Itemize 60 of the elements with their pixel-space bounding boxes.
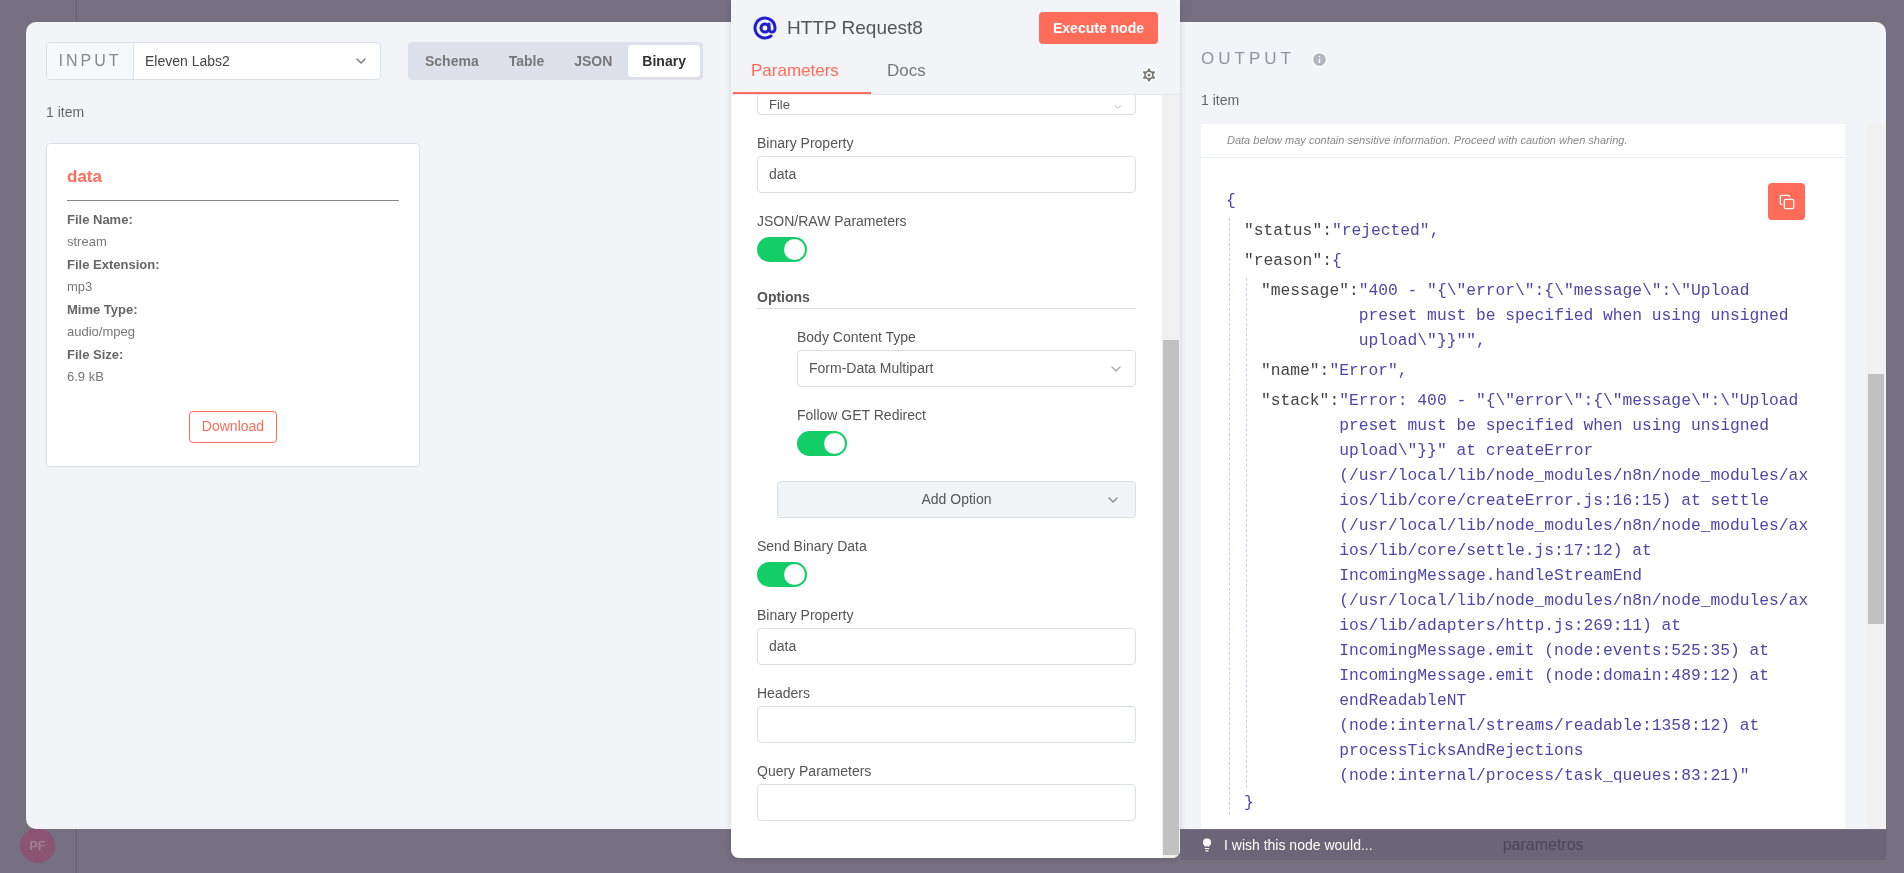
lightbulb-icon: [1200, 838, 1214, 852]
scrollbar[interactable]: [1162, 95, 1180, 858]
item-count: 1 item: [46, 103, 86, 122]
feedback-text: I wish this node would...: [1224, 835, 1373, 855]
json-value: "400 - "{\"error\":{\"message\":\"Upload preset must be specified when using unsigned upload\"}}"",: [1358, 280, 1790, 352]
view-tab[interactable]: Table: [494, 45, 559, 77]
json-brace: {: [1331, 250, 1342, 272]
copy-icon: [1778, 193, 1795, 210]
field-label: JSON/RAW Parameters: [757, 212, 908, 231]
toggle-switch[interactable]: [757, 237, 807, 262]
select-field[interactable]: File: [757, 95, 1136, 115]
json-key: "name":: [1261, 358, 1330, 383]
section-heading: Options: [757, 287, 1136, 309]
field-value: audio/mpeg: [67, 323, 136, 341]
notice-text: Data below may contain sensitive information. Proceed with caution when sharing.: [1201, 124, 1845, 158]
field-label: Follow GET Redirect: [797, 406, 927, 425]
panel-tab[interactable]: Docs: [871, 49, 942, 94]
field-value: 6.9 kB: [67, 368, 105, 386]
json-key: "reason":: [1244, 248, 1332, 273]
json-key: "message":: [1261, 278, 1359, 353]
field-label: File Name:: [67, 210, 134, 229]
select-field[interactable]: Form-Data Multipart: [797, 350, 1136, 387]
view-tab[interactable]: Schema: [411, 45, 493, 77]
copy-button[interactable]: [1768, 183, 1805, 220]
info-icon[interactable]: [1310, 50, 1328, 68]
input-field[interactable]: [757, 784, 1136, 821]
field-label: Mime Type:: [67, 300, 139, 319]
json-value: "rejected",: [1331, 220, 1441, 242]
input-field[interactable]: [757, 706, 1136, 743]
input-field[interactable]: data: [757, 628, 1136, 665]
field-label: Headers: [757, 684, 811, 703]
json-brace: {: [1226, 190, 1236, 212]
field-label: File Extension:: [67, 255, 161, 274]
item-count: 1 item: [1201, 91, 1241, 110]
field-label: Binary Property: [757, 134, 855, 153]
node-title: HTTP Request8: [787, 15, 923, 40]
json-key: "stack":: [1261, 388, 1340, 788]
add-option-button[interactable]: Add Option: [777, 481, 1136, 518]
field-label: Binary Property: [757, 606, 855, 625]
field-label: File Size:: [67, 345, 125, 364]
toggle-switch[interactable]: [797, 431, 847, 456]
view-tab[interactable]: Binary: [628, 45, 700, 77]
json-brace: }: [1244, 792, 1254, 814]
toggle-switch[interactable]: [757, 562, 807, 587]
view-tab[interactable]: JSON: [560, 45, 627, 77]
field-label: Send Binary Data: [757, 537, 868, 556]
json-value: "Error: 400 - "{\"error\":{\"message\":\"Upload preset must be specified when using unsigned upload\"}}" at createError (/usr/local/lib/node_modules/n8n/node_modules/axios/lib/core/createError.js:16:15) at settle (/usr/local/lib/node_modules/n8n/node_modules/axios/lib/core/settle.js:17:12) at IncomingMessage.handleStreamEnd (/usr/local/lib/node_modules/n8n/node_modules/axios/lib/adapters/http.js:269:11) at IncomingMessage.emit (node:events:525:35) at IncomingMessage.emit (node:domain:489:12) at endReadableNT (node:internal/streams/readable:1358:12) at processTicksAndRejections (node:internal/process/task_queues:83:21)": [1339, 390, 1810, 787]
input-field[interactable]: data: [757, 156, 1136, 193]
panel-title: OUTPUT: [1201, 48, 1295, 71]
field-value: mp3: [67, 278, 94, 296]
at-sign-icon: [753, 16, 777, 40]
settings-icon[interactable]: [1140, 66, 1158, 84]
field-label: Body Content Type: [797, 328, 917, 347]
field-value: stream: [67, 233, 108, 251]
json-key: "status":: [1244, 218, 1332, 243]
field-label: Query Parameters: [757, 762, 873, 781]
download-button[interactable]: Download: [188, 410, 278, 443]
card-title: data: [67, 164, 399, 201]
scrollbar[interactable]: [1866, 124, 1886, 829]
json-value: "Error",: [1329, 360, 1409, 382]
